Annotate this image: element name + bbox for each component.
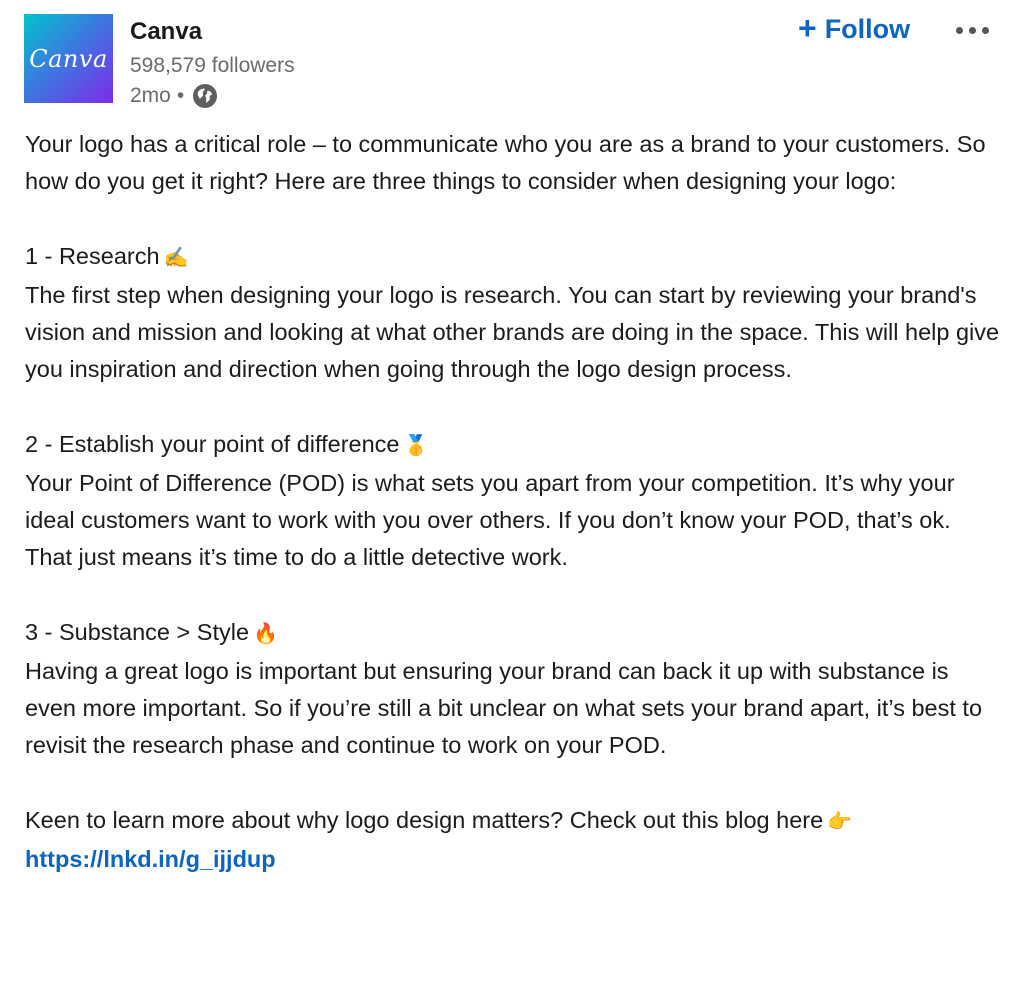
medal-icon: 🥇	[403, 434, 429, 457]
section-1-body: The first step when designing your logo …	[25, 281, 1000, 383]
call-to-action: Keen to learn more about why logo design…	[25, 802, 1000, 841]
company-name[interactable]: Canva	[130, 18, 202, 46]
meta-separator: •	[176, 84, 185, 107]
blog-link[interactable]: https://lnkd.in/g_ijjdup	[25, 846, 276, 872]
post-meta: 2mo •	[130, 83, 218, 109]
fire-icon: 🔥	[253, 622, 278, 645]
post-intro: Your logo has a critical role – to commu…	[25, 131, 986, 195]
section-2-heading-text: 2 - Establish your point of difference	[25, 430, 400, 457]
post-time: 2mo	[130, 84, 171, 107]
dot	[968, 26, 976, 34]
call-to-action-text: Keen to learn more about why logo design…	[25, 806, 824, 833]
more-options-icon[interactable]	[948, 12, 996, 48]
logo-wordmark: Canva	[29, 44, 108, 73]
writing-hand-icon: ✍️	[163, 246, 189, 269]
follow-label: Follow	[824, 13, 911, 44]
post-text: Your logo has a critical role – to commu…	[25, 126, 1000, 878]
section-2-body: Your Point of Difference (POD) is what s…	[25, 469, 955, 571]
company-logo[interactable]: Canva	[24, 14, 113, 103]
section-1-heading: 1 - Research ✍️	[25, 238, 1000, 277]
pointing-hand-icon: 👉	[827, 810, 853, 833]
section-1-heading-text: 1 - Research	[25, 242, 160, 269]
dot	[981, 26, 989, 34]
follow-button[interactable]: + Follow	[792, 8, 916, 50]
section-3-heading: 3 - Substance > Style 🔥	[25, 614, 1000, 653]
dot	[955, 26, 963, 34]
section-3-heading-text: 3 - Substance > Style	[25, 618, 250, 645]
globe-icon	[192, 83, 218, 109]
blog-link-line: https://lnkd.in/g_ijjdup	[25, 841, 1000, 878]
section-3-body: Having a great logo is important but ens…	[25, 657, 983, 759]
follower-count: 598,579 followers	[130, 54, 295, 77]
post-header: Canva Canva 598,579 followers 2mo • + Fo…	[0, 0, 1016, 120]
section-2-heading: 2 - Establish your point of difference 🥇	[25, 426, 1000, 465]
plus-icon: +	[798, 10, 817, 46]
